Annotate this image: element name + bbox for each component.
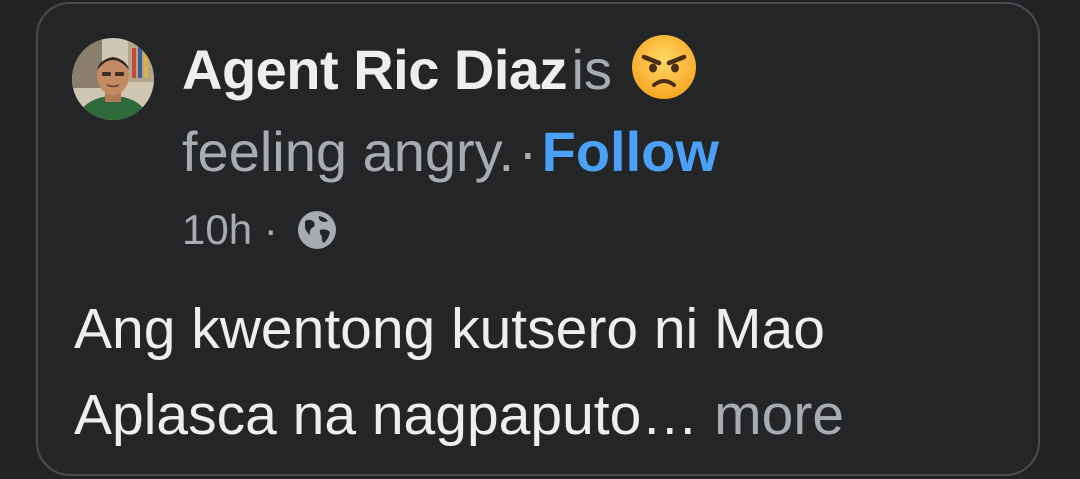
timestamp[interactable]: 10h <box>182 206 252 253</box>
feeling-line: feeling angry. · Follow <box>182 112 719 192</box>
status-prefix: is <box>571 38 612 101</box>
follow-button[interactable]: Follow <box>542 120 719 183</box>
globe-icon[interactable] <box>295 208 339 252</box>
separator-dot: · <box>518 120 538 183</box>
post-body-line-2: Aplasca na nagpaputo… more <box>74 372 1024 458</box>
post-meta: 10h · <box>182 202 339 258</box>
post-body: Ang kwentong kutsero ni Mao Aplasca na n… <box>74 286 1024 458</box>
meta-separator: · <box>263 206 278 253</box>
author-name[interactable]: Agent Ric Diaz <box>182 38 568 101</box>
post-body-line-1: Ang kwentong kutsero ni Mao <box>74 297 825 361</box>
avatar[interactable] <box>72 38 154 120</box>
feeling-text: feeling angry. <box>182 120 515 183</box>
angry-face-icon <box>630 33 698 101</box>
see-more-link[interactable]: more <box>714 383 844 447</box>
post-header-line: Agent Ric Diaz is <box>182 30 698 110</box>
post-body-line-2-text: Aplasca na nagpaputo… <box>74 383 699 447</box>
